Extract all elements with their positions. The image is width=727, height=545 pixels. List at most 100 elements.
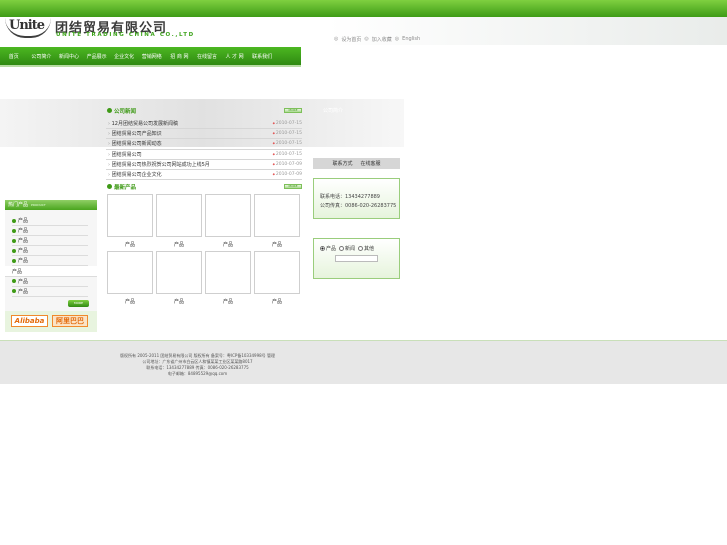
news-item-title[interactable]: 团结贸易公司 [106, 151, 142, 158]
product-card[interactable]: 产品 [156, 194, 202, 252]
contact-phone: 联系电话：13434277889 [320, 194, 380, 200]
product-card[interactable]: 产品 [205, 251, 251, 309]
bullet-icon [12, 238, 16, 243]
sidebar-item[interactable]: 产品 [12, 277, 88, 287]
news-title-text: 公司新闻 [114, 108, 137, 115]
radio-product[interactable]: 产品 [320, 245, 336, 252]
main-nav: 首页 公司简介 新闻中心 产品展示 企业文化 营销网络 招 商 网 在线留言 人… [0, 47, 301, 65]
sidebar-item[interactable]: 产品 [12, 256, 88, 267]
products-section-title: 最新产品 [107, 182, 136, 191]
nav-item-news[interactable]: 新闻中心 [55, 53, 83, 60]
list-item[interactable]: 团结贸易公司 2010-07-15 [106, 150, 302, 160]
sidebar-item[interactable]: 产品 [5, 266, 97, 277]
list-item[interactable]: 团结贸易公司热烈祝贺公司网站成功上线5月 2010-07-09 [106, 160, 302, 170]
tab-online-service[interactable]: 在线客服 [361, 160, 381, 167]
search-box: 产品 新闻 其他 [313, 238, 400, 279]
sidebar-item[interactable]: 产品 [12, 226, 88, 237]
news-item-date: 2010-07-15 [273, 131, 302, 136]
sidebar-item[interactable]: 产品 [12, 246, 88, 257]
set-homepage-link[interactable]: 设为首页 [341, 36, 361, 43]
sidebar-item[interactable]: 产品 [12, 216, 88, 227]
search-input[interactable] [335, 255, 378, 262]
news-section-title: 公司新闻 [107, 106, 136, 115]
product-image[interactable] [107, 194, 153, 237]
products-title-text: 最新产品 [114, 184, 137, 191]
product-name[interactable]: 产品 [205, 241, 251, 248]
nav-item-products[interactable]: 产品展示 [83, 53, 111, 60]
bullet-icon [12, 218, 16, 223]
product-image[interactable] [254, 194, 300, 237]
section-dot-icon [107, 108, 112, 113]
product-image[interactable] [205, 251, 251, 294]
news-more-button[interactable]: MORE [284, 108, 302, 113]
news-item-title[interactable]: 团结贸易公司新闻动态 [106, 140, 162, 147]
product-name[interactable]: 产品 [107, 241, 153, 248]
list-item[interactable]: 团结贸易公司企业文化 2010-07-09 [106, 170, 302, 181]
nav-item-message[interactable]: 在线留言 [193, 53, 221, 60]
news-item-title[interactable]: 12月团结贸易公司发展新闻稿 [106, 120, 178, 127]
alibaba-en-link[interactable]: Alibaba [11, 315, 48, 327]
sidebar-item[interactable]: 产品 [12, 236, 88, 247]
nav-item-jobs[interactable]: 人 才 网 [221, 53, 249, 60]
bullet-icon [12, 248, 16, 253]
product-name[interactable]: 产品 [107, 298, 153, 305]
add-favorite-link[interactable]: 加入收藏 [372, 36, 392, 43]
product-card[interactable]: 产品 [254, 194, 300, 252]
english-link[interactable]: English [402, 36, 420, 43]
sidebar-item-label: 产品 [18, 258, 29, 265]
nav-item-network[interactable]: 营销网络 [138, 53, 166, 60]
news-item-date: 2010-07-15 [273, 152, 302, 157]
product-image[interactable] [156, 194, 202, 237]
news-item-date: 2010-07-15 [273, 141, 302, 146]
list-item[interactable]: 团结贸易公司新闻动态 2010-07-15 [106, 139, 302, 150]
contact-fax: 公司传真：0086-020-26283775 [320, 203, 397, 209]
nav-item-investment[interactable]: 招 商 网 [166, 53, 194, 60]
news-item-title[interactable]: 团结贸易公司产品知识 [106, 130, 162, 137]
product-card[interactable]: 产品 [156, 251, 202, 309]
product-image[interactable] [156, 251, 202, 294]
product-image[interactable] [205, 194, 251, 237]
sidebar-item-label: 产品 [18, 228, 29, 235]
nav-item-home[interactable]: 首页 [0, 53, 28, 60]
tab-contact-info[interactable]: 联系方式 [332, 160, 352, 167]
product-name[interactable]: 产品 [254, 241, 300, 248]
radio-checked-icon [320, 246, 325, 251]
logo-mark[interactable]: Unite [5, 18, 51, 38]
radio-news[interactable]: 新闻 [339, 245, 355, 252]
product-name[interactable]: 产品 [156, 241, 202, 248]
logo-mark-text: Unite [9, 18, 45, 33]
product-card[interactable]: 产品 [107, 194, 153, 252]
list-item[interactable]: 团结贸易公司产品知识 2010-07-15 [106, 129, 302, 140]
news-item-title[interactable]: 团结贸易公司热烈祝贺公司网站成功上线5月 [106, 161, 210, 168]
radio-other[interactable]: 其他 [358, 245, 374, 252]
news-item-date: 2010-07-15 [273, 121, 302, 126]
news-item-title[interactable]: 团结贸易公司企业文化 [106, 171, 162, 178]
product-name[interactable]: 产品 [156, 298, 202, 305]
nav-item-culture[interactable]: 企业文化 [110, 53, 138, 60]
product-name[interactable]: 产品 [205, 298, 251, 305]
sidebar-item-label: 产品 [18, 288, 29, 295]
product-card[interactable]: 产品 [107, 251, 153, 309]
products-more-button[interactable]: MORE [284, 184, 302, 189]
sidebar-item-label: 产品 [18, 238, 29, 245]
product-card[interactable]: 产品 [205, 194, 251, 252]
nav-item-about[interactable]: 公司简介 [28, 53, 56, 60]
product-image[interactable] [107, 251, 153, 294]
site-header: Unite 团结贸易有限公司 UNITE TRADING CHINA CO.,L… [0, 17, 727, 45]
radio-unchecked-icon [339, 246, 345, 251]
nav-item-contact[interactable]: 联系我们 [248, 53, 276, 60]
top-links: ◎ 设为首页 ◎ 加入收藏 ◎ English [334, 36, 420, 43]
product-image[interactable] [254, 251, 300, 294]
bullet-icon [12, 258, 16, 263]
sidebar-more-button[interactable]: MORE [68, 300, 89, 307]
company-name-en: UNITE TRADING CHINA CO.,LTD [56, 32, 195, 38]
section-dot-icon [107, 184, 112, 189]
product-card[interactable]: 产品 [254, 251, 300, 309]
list-item[interactable]: 12月团结贸易公司发展新闻稿 2010-07-15 [106, 119, 302, 130]
sidebar-title-text: 热门产品 [8, 202, 29, 208]
alibaba-cn-link[interactable]: 阿里巴巴 [52, 315, 88, 327]
sidebar-item-label: 产品 [18, 218, 29, 225]
sidebar-item[interactable]: 产品 [12, 287, 88, 297]
footer [0, 340, 727, 384]
product-name[interactable]: 产品 [254, 298, 300, 305]
